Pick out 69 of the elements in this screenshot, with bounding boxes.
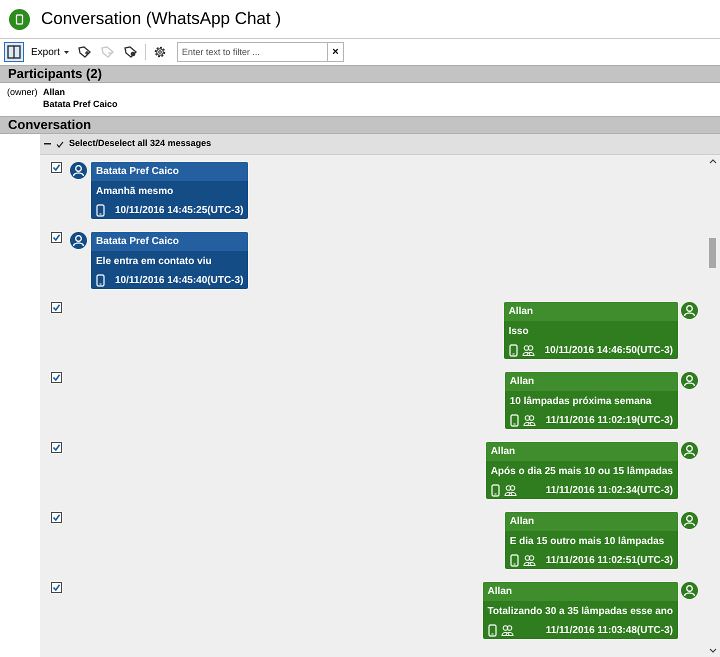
message-text: Isso bbox=[508, 324, 529, 338]
caret-icon bbox=[64, 50, 69, 54]
tag-icon bbox=[100, 46, 115, 58]
message-time: 10/11/2016 14:45:25(UTC-3) bbox=[114, 204, 244, 218]
phone-icon bbox=[508, 344, 518, 356]
section-header: Participants (2) bbox=[0, 65, 720, 83]
message-text: Ele entra em contato viu bbox=[96, 254, 212, 268]
scroll-down-icon[interactable] bbox=[708, 648, 716, 653]
avatar-icon bbox=[681, 442, 698, 459]
avatar-icon bbox=[681, 302, 698, 319]
settings-icon bbox=[152, 45, 167, 59]
message-text: 10 lâmpadas próxima semana bbox=[510, 394, 652, 408]
phone-icon bbox=[510, 414, 519, 426]
export-button[interactable]: Export bbox=[29, 44, 71, 60]
checkbox[interactable] bbox=[51, 232, 62, 243]
message-time: 11/11/2016 11:02:19(UTC-3) bbox=[544, 414, 673, 428]
phone-app-icon bbox=[9, 8, 30, 30]
participant-name: Allan bbox=[43, 86, 66, 100]
group-icon bbox=[522, 414, 536, 426]
phone-icon bbox=[490, 484, 500, 496]
sender-name: Allan bbox=[488, 585, 512, 599]
message-time: 10/11/2016 14:46:50(UTC-3) bbox=[544, 344, 673, 358]
phone-icon bbox=[96, 204, 105, 216]
sender-name: Batata Pref Caico bbox=[96, 235, 179, 249]
section-header: Conversation bbox=[0, 116, 720, 134]
message-time: 11/11/2016 11:02:51(UTC-3) bbox=[544, 554, 673, 568]
avatar-icon bbox=[70, 162, 87, 179]
sender-name: Batata Pref Caico bbox=[96, 165, 179, 179]
checkbox[interactable] bbox=[51, 582, 62, 593]
message-text: Amanhã mesmo bbox=[96, 184, 174, 198]
group-icon bbox=[522, 554, 536, 566]
phone-icon bbox=[96, 274, 105, 286]
participant-name: Batata Pref Caico bbox=[43, 98, 118, 112]
checkbox[interactable] bbox=[51, 372, 62, 383]
avatar-icon bbox=[681, 372, 698, 389]
select-all-label: Select/Deselect all 324 messages bbox=[69, 137, 212, 150]
phone-icon bbox=[488, 624, 497, 636]
avatar-icon bbox=[681, 582, 698, 599]
checkbox[interactable] bbox=[51, 302, 62, 313]
filter-field[interactable]: Enter text to filter ... bbox=[176, 42, 328, 62]
scrollbar-thumb[interactable] bbox=[709, 238, 716, 268]
avatar-icon bbox=[681, 512, 698, 529]
message-time: 10/11/2016 14:45:40(UTC-3) bbox=[114, 274, 244, 288]
sender-name: Allan bbox=[510, 515, 534, 529]
checkbox[interactable] bbox=[51, 442, 62, 453]
tag-icon bbox=[78, 46, 92, 58]
message-time: 11/11/2016 11:02:34(UTC-3) bbox=[544, 484, 673, 498]
sender-name: Allan bbox=[490, 445, 516, 459]
group-icon bbox=[504, 484, 517, 496]
message-text: E dia 15 outro mais 10 lâmpadas bbox=[510, 534, 664, 548]
tag-icon bbox=[124, 46, 138, 58]
message-text: Totalizando 30 a 35 lâmpadas esse ano bbox=[488, 604, 673, 618]
avatar-icon bbox=[70, 232, 87, 249]
layout-toggle-button[interactable] bbox=[4, 42, 24, 62]
message-time: 11/11/2016 11:03:48(UTC-3) bbox=[544, 624, 673, 638]
message-text: Após o dia 25 mais 10 ou 15 lâmpadas bbox=[490, 464, 673, 478]
clear-button[interactable]: × bbox=[328, 42, 344, 62]
sender-name: Allan bbox=[508, 305, 534, 319]
checkbox[interactable] bbox=[51, 162, 62, 173]
window-title: Conversation (WhatsApp Chat ) bbox=[41, 8, 281, 30]
participant-role: (owner) bbox=[7, 87, 38, 98]
panels-icon bbox=[7, 45, 21, 59]
checkbox[interactable] bbox=[51, 512, 62, 523]
group-icon bbox=[522, 344, 535, 356]
group-icon bbox=[500, 624, 514, 636]
sender-name: Allan bbox=[510, 375, 534, 389]
scroll-up-icon[interactable] bbox=[708, 159, 716, 164]
select-all-bar[interactable]: Select/Deselect all 324 messages bbox=[40, 134, 720, 155]
phone-icon bbox=[510, 554, 519, 566]
